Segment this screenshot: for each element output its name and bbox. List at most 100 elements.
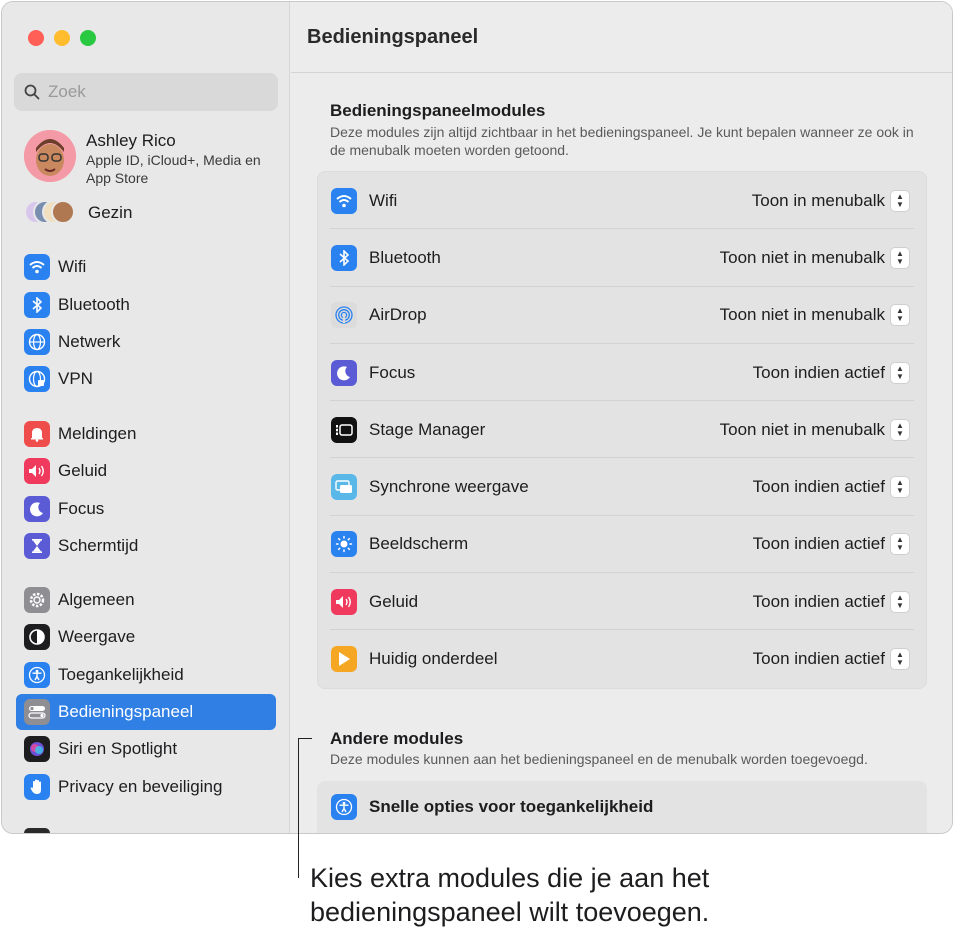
sidebar-item-vpn[interactable]: VPN bbox=[16, 361, 276, 397]
sidebar-item-algemeen[interactable]: Algemeen bbox=[16, 582, 276, 618]
sidebar-item-bedieningspaneel[interactable]: Bedieningspaneel bbox=[16, 694, 276, 730]
window-controls bbox=[28, 30, 96, 46]
module-label: Geluid bbox=[369, 591, 419, 611]
sun-icon bbox=[331, 531, 357, 558]
family-avatars bbox=[24, 200, 80, 226]
sidebar-item-label: Meldingen bbox=[58, 424, 137, 443]
module-label: Beeldscherm bbox=[369, 534, 469, 554]
control-center-icon bbox=[24, 699, 50, 725]
chevron-updown-icon: ▲ ▼ bbox=[890, 246, 910, 269]
sidebar-item-toegankelijkheid[interactable]: Toegankelijkheid bbox=[16, 657, 276, 693]
close-button[interactable] bbox=[28, 30, 44, 46]
siri-icon bbox=[24, 736, 50, 762]
main-pane: Bedieningspaneel Bedieningspaneelmodules… bbox=[291, 2, 952, 833]
callout-text: Kies extra modules die je aan het bedien… bbox=[310, 863, 710, 927]
chevron-updown-icon: ▲ ▼ bbox=[890, 361, 910, 384]
visibility-popup[interactable]: Toon indien actief ▲ ▼ bbox=[752, 361, 910, 384]
globe-icon bbox=[24, 329, 50, 355]
sidebar-item-label: Siri en Spotlight bbox=[58, 739, 178, 758]
profile-name: Ashley Rico bbox=[86, 131, 176, 150]
sidebar-item-geluid[interactable]: Geluid bbox=[16, 453, 276, 489]
sidebar-item-label: Weergave bbox=[58, 627, 136, 646]
sidebar-item-label: Toegankelijkheid bbox=[58, 665, 184, 684]
visibility-popup[interactable]: Toon niet in menubalk ▲ ▼ bbox=[719, 304, 910, 327]
sidebar-item-focus[interactable]: Focus bbox=[16, 491, 276, 527]
other-module-row[interactable]: Snelle opties voor toegankelijkheid bbox=[317, 781, 927, 833]
profile-subtitle: Apple ID, iCloud+, Media en App Store bbox=[86, 152, 261, 186]
sidebar: Ashley Rico Apple ID, iCloud+, Media en … bbox=[2, 2, 290, 833]
avatar bbox=[24, 130, 76, 182]
speaker-icon bbox=[24, 458, 50, 484]
popup-value: Toon niet in menubalk bbox=[719, 305, 885, 325]
page-title: Bedieningspaneel bbox=[291, 2, 952, 73]
zoom-button[interactable] bbox=[80, 30, 96, 46]
screen-mirroring-icon bbox=[331, 474, 357, 501]
sidebar-item-label: Netwerk bbox=[58, 332, 121, 351]
appearance-icon bbox=[24, 624, 50, 650]
moon-icon bbox=[331, 359, 357, 386]
module-row-bluetooth: Bluetooth Toon niet in menubalk ▲ ▼ bbox=[318, 229, 926, 287]
sidebar-item-meldingen[interactable]: Meldingen bbox=[16, 416, 276, 452]
moon-icon bbox=[24, 496, 50, 522]
module-label: Wifi bbox=[369, 190, 398, 210]
wifi-icon bbox=[24, 254, 50, 280]
sidebar-item-wifi[interactable]: Wifi bbox=[16, 249, 276, 285]
module-row-wifi: Wifi Toon in menubalk ▲ ▼ bbox=[318, 172, 926, 230]
module-row-beeldscherm: Beeldscherm Toon indien actief ▲ ▼ bbox=[318, 516, 926, 574]
visibility-popup[interactable]: Toon in menubalk ▲ ▼ bbox=[751, 189, 910, 212]
search-input[interactable] bbox=[48, 82, 268, 102]
minimize-button[interactable] bbox=[54, 30, 70, 46]
sidebar-item-weergave[interactable]: Weergave bbox=[16, 619, 276, 655]
accessibility-icon bbox=[331, 794, 357, 820]
module-row-geluid: Geluid Toon indien actief ▲ ▼ bbox=[318, 573, 926, 631]
wifi-icon bbox=[331, 187, 357, 214]
chevron-updown-icon: ▲ ▼ bbox=[890, 533, 910, 556]
visibility-popup[interactable]: Toon indien actief ▲ ▼ bbox=[753, 648, 910, 671]
visibility-popup[interactable]: Toon indien actief ▲ ▼ bbox=[752, 476, 910, 499]
module-row-stage-manager: Stage Manager Toon niet in menubalk ▲ ▼ bbox=[318, 401, 926, 459]
bluetooth-icon bbox=[24, 292, 50, 318]
vpn-globe-icon bbox=[24, 366, 50, 392]
gear-icon bbox=[24, 587, 50, 613]
module-label: Snelle opties voor toegankelijkheid bbox=[369, 797, 654, 816]
sidebar-item-label: Bedieningspaneel bbox=[58, 702, 194, 721]
module-row-airdrop: AirDrop Toon niet in menubalk ▲ ▼ bbox=[318, 287, 926, 345]
sidebar-item-siri-en-spotlight[interactable]: Siri en Spotlight bbox=[16, 731, 276, 767]
popup-value: Toon indien actief bbox=[752, 477, 885, 497]
module-label: Bluetooth bbox=[369, 247, 441, 267]
section-description-other-modules: Deze modules kunnen aan het bedieningspa… bbox=[330, 751, 868, 767]
visibility-popup[interactable]: Toon indien actief ▲ ▼ bbox=[753, 533, 910, 556]
family-item[interactable]: Gezin bbox=[24, 200, 132, 226]
sidebar-item-label: Privacy en beveiliging bbox=[58, 777, 223, 796]
module-label: AirDrop bbox=[369, 305, 427, 325]
module-row-focus: Focus Toon indien actief ▲ ▼ bbox=[318, 344, 926, 402]
chevron-updown-icon: ▲ ▼ bbox=[890, 648, 910, 671]
sidebar-item-schermtijd[interactable]: Schermtijd bbox=[16, 528, 276, 564]
sidebar-item-label: VPN bbox=[58, 369, 93, 388]
sidebar-item-netwerk[interactable]: Netwerk bbox=[16, 324, 276, 360]
module-list: Wifi Toon in menubalk ▲ ▼ Bluetooth Toon … bbox=[317, 171, 927, 689]
popup-value: Toon in menubalk bbox=[751, 190, 885, 210]
section-description-modules: Deze modules zijn altijd zichtbaar in he… bbox=[330, 124, 914, 158]
chevron-updown-icon: ▲ ▼ bbox=[890, 476, 910, 499]
module-row-huidig-onderdeel: Huidig onderdeel Toon indien actief ▲ ▼ bbox=[318, 630, 926, 687]
visibility-popup[interactable]: Toon niet in menubalk ▲ ▼ bbox=[720, 246, 910, 269]
sidebar-item-bluetooth[interactable]: Bluetooth bbox=[16, 287, 276, 323]
popup-value: Toon niet in menubalk bbox=[719, 419, 885, 439]
chevron-updown-icon: ▲ ▼ bbox=[890, 590, 910, 613]
airdrop-icon bbox=[331, 302, 357, 329]
visibility-popup[interactable]: Toon niet in menubalk ▲ ▼ bbox=[719, 418, 910, 441]
visibility-popup[interactable]: Toon indien actief ▲ ▼ bbox=[752, 590, 910, 613]
sidebar-item-label: Geluid bbox=[58, 461, 108, 480]
module-label: Huidig onderdeel bbox=[369, 649, 498, 669]
apple-id-profile[interactable]: Ashley Rico Apple ID, iCloud+, Media en … bbox=[24, 130, 276, 187]
sidebar-item-privacy-en-beveiliging[interactable]: Privacy en beveiliging bbox=[16, 769, 276, 805]
popup-value: Toon indien actief bbox=[752, 591, 885, 611]
bell-icon bbox=[24, 421, 50, 447]
search-field[interactable] bbox=[14, 73, 278, 111]
popup-value: Toon indien actief bbox=[752, 362, 885, 382]
bluetooth-icon bbox=[331, 244, 357, 271]
play-icon bbox=[331, 646, 357, 673]
module-row-synchrone-weergave: Synchrone weergave Toon indien actief ▲ ▼ bbox=[318, 458, 926, 517]
sidebar-item-label: Schermtijd bbox=[58, 536, 139, 555]
